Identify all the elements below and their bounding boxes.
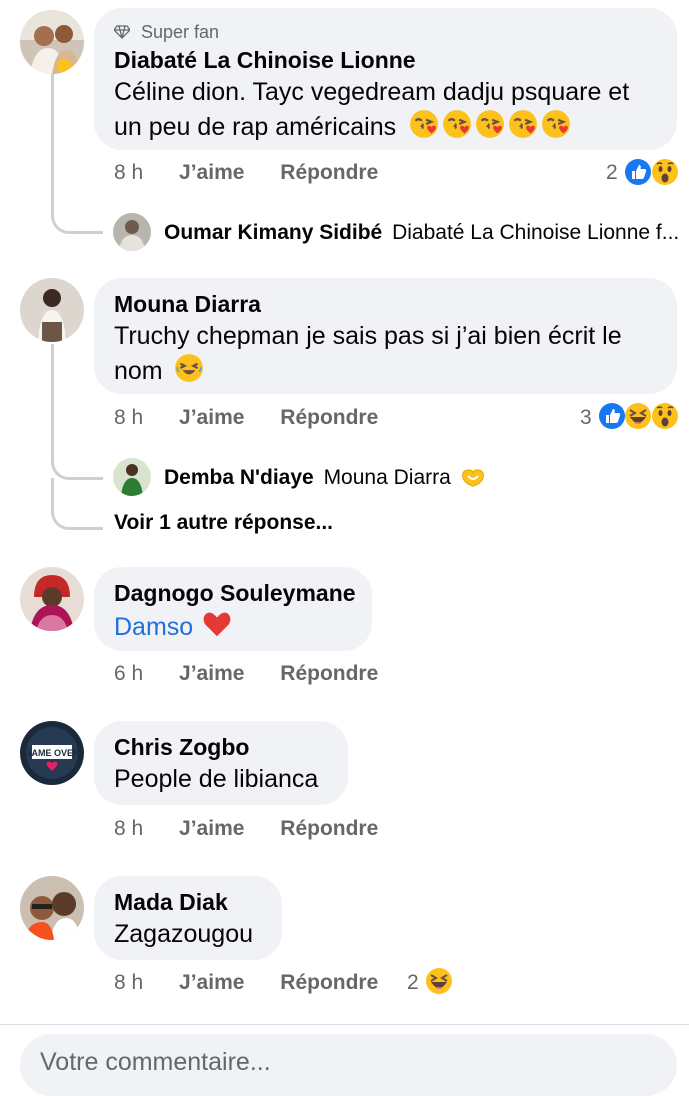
comment-bubble[interactable]: Super fan Diabaté La Chinoise Lionne Cél… [94,8,677,150]
avatar[interactable] [20,567,84,631]
like-button[interactable]: J’aime [179,662,244,685]
comment-meta: 6 h J’aime Répondre [114,662,378,686]
thread-connector [51,478,103,530]
comment-text-line: Truchy chepman je sais pas si j’ai bien … [114,322,622,350]
comment-text: Zagazougou [114,920,254,948]
comment-input[interactable]: Votre commentaire... [20,1034,677,1096]
comment-author[interactable]: Chris Zogbo [114,733,328,761]
reaction-count[interactable]: 3 [580,406,592,430]
see-more-replies-link[interactable]: Voir 1 autre réponse... [114,511,333,535]
comment-meta: 8 h J’aime Répondre [114,406,378,430]
haha-reaction-icon[interactable] [425,967,453,995]
reply-button[interactable]: Répondre [280,161,378,184]
reply-preview-text: Diabaté La Chinoise Lionne f... [392,221,680,244]
reply-author[interactable]: Oumar Kimany Sidibé [164,221,382,244]
comment-input-placeholder: Votre commentaire... [40,1048,271,1076]
thread-connector [51,440,103,480]
thread-connector [51,170,103,234]
comment-author[interactable]: Dagnogo Souleymane [114,579,356,607]
comment-time[interactable]: 8 h [114,406,143,429]
diamond-icon [113,22,132,42]
mention-link[interactable]: Damso [114,613,193,641]
like-reaction-icon[interactable] [598,402,626,430]
reply-author[interactable]: Demba N'diaye [164,466,314,489]
comment-text: Truchy chepman je sais pas si j’ai bien … [114,320,657,388]
like-button[interactable]: J’aime [179,817,244,840]
comment-bubble[interactable]: Mada Diak Zagazougou [94,876,282,960]
comment-time[interactable]: 6 h [114,662,143,685]
comment-text-line-2: un peu de rap américains [114,109,657,144]
wow-reaction-icon[interactable] [651,402,679,430]
comment-meta: 8 h J’aime Répondre [114,817,378,841]
heart-hands-emoji-icon [461,469,484,487]
reply-button[interactable]: Répondre [280,662,378,685]
reply-preview[interactable]: Oumar Kimany Sidibé Diabaté La Chinoise … [164,221,684,245]
avatar-text: GAME OVER [24,748,80,758]
comment-author[interactable]: Mada Diak [114,888,262,916]
comment-author[interactable]: Diabaté La Chinoise Lionne [114,46,657,74]
reply-avatar[interactable] [113,213,151,251]
comment-meta: 8 h J’aime Répondre [114,161,378,185]
badge: Super fan [113,22,657,42]
reaction-count[interactable]: 2 [606,161,618,185]
wow-reaction-icon[interactable] [651,158,679,186]
badge-label: Super fan [141,22,220,42]
comment-text-line: un peu de rap américains [114,113,397,141]
reply-preview-text: Mouna Diarra [323,466,451,489]
like-button[interactable]: J’aime [179,971,244,994]
kiss-emoji-icon [541,109,572,139]
reply-avatar[interactable] [113,458,151,496]
kiss-emoji-icon [409,109,440,139]
comment-text: Céline dion. Tayc vegedream dadju psquar… [114,76,657,144]
reply-button[interactable]: Répondre [280,817,378,840]
like-button[interactable]: J’aime [179,161,244,184]
avatar[interactable] [20,278,84,342]
comment-time[interactable]: 8 h [114,817,143,840]
like-button[interactable]: J’aime [179,406,244,429]
avatar[interactable]: GAME OVER [20,721,84,785]
kiss-emoji-icon [475,109,506,139]
reply-preview[interactable]: Demba N'diaye Mouna Diarra [164,466,564,490]
comment-bubble[interactable]: Mouna Diarra Truchy chepman je sais pas … [94,278,677,394]
tears-of-joy-emoji-icon [173,353,204,383]
reply-button[interactable]: Répondre [280,971,378,994]
reaction-count[interactable]: 2 [407,971,419,995]
comment-author[interactable]: Mouna Diarra [114,290,657,318]
composer-divider [0,1024,689,1025]
avatar[interactable] [20,10,84,74]
kiss-emoji-icon [508,109,539,139]
comment-time[interactable]: 8 h [114,161,143,184]
comment-time[interactable]: 8 h [114,971,143,994]
comment-text-line: nom [114,357,163,385]
like-reaction-icon[interactable] [624,158,652,186]
red-heart-emoji-icon [203,612,231,637]
reply-button[interactable]: Répondre [280,406,378,429]
comment-meta: 8 h J’aime Répondre [114,971,378,995]
comment-bubble[interactable]: Chris Zogbo People de libianca [94,721,348,805]
avatar[interactable] [20,876,84,940]
kiss-emoji-icon [442,109,473,139]
kiss-emoji-group [409,109,572,141]
comment-bubble[interactable]: Dagnogo Souleymane Damso [94,567,372,651]
haha-reaction-icon[interactable] [624,402,652,430]
comment-text-line: Céline dion. Tayc vegedream dadju psquar… [114,78,630,106]
comment-text: Damso [114,609,352,644]
comment-text: People de libianca [114,765,319,793]
comment-text-line-2: nom [114,353,657,388]
